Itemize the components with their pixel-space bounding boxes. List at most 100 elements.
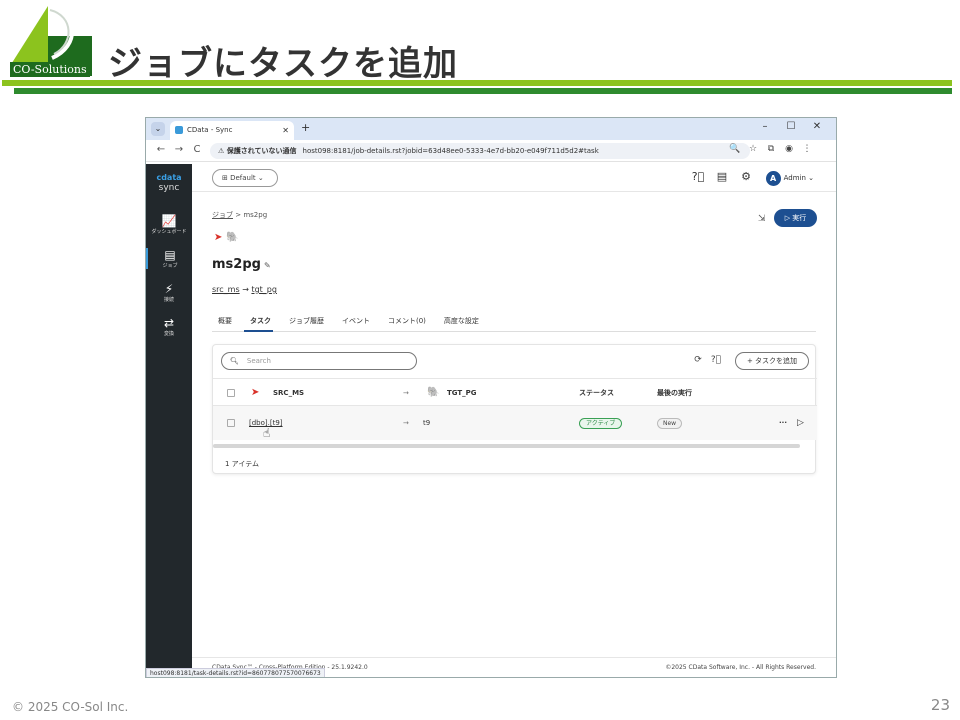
sidebar-item-connections[interactable]: ⚡ 接続 (146, 282, 192, 303)
select-all-checkbox[interactable] (227, 379, 235, 407)
header-source: SRC_MS (273, 389, 305, 397)
reload-button[interactable]: C (188, 144, 206, 155)
workspace-name: Default (230, 174, 256, 182)
postgresql-icon: 🐘 (427, 387, 440, 398)
more-actions-icon[interactable]: ··· (779, 406, 787, 440)
connector-icons: ➤ 🐘 (214, 232, 239, 243)
card-icons: ⟳ ?⃝ (689, 355, 725, 365)
gear-icon[interactable]: ⚙ (734, 170, 758, 183)
horizontal-scrollbar[interactable] (213, 444, 800, 448)
workspace-selector[interactable]: ⊞ Default ⌄ (212, 169, 278, 187)
tab-comments[interactable]: コメント(0) (382, 314, 428, 332)
title-underline-dark (14, 88, 952, 94)
arrow-right-icon: → (242, 285, 249, 294)
back-button[interactable]: ← (152, 144, 170, 155)
extensions-icon[interactable]: ⧉ (762, 144, 780, 154)
chevron-down-icon: ⌄ (255, 174, 264, 182)
sidebar-item-jobs[interactable]: ▤ ジョブ (146, 248, 192, 269)
export-icon[interactable]: ⇲ (758, 214, 766, 224)
tab-tasks[interactable]: タスク (244, 314, 273, 332)
swap-arrows-icon: ⇄ (163, 316, 175, 330)
briefcase-icon: ▤ (164, 248, 176, 262)
sidebar-item-dashboard[interactable]: 📈 ダッシュボード (146, 214, 192, 235)
target-connection-link[interactable]: tgt_pg (251, 285, 277, 294)
tab-close-icon[interactable]: ✕ (282, 121, 289, 140)
job-name: ms2pg (212, 257, 261, 272)
header-last-run: 最後の実行 (657, 389, 692, 397)
tab-title: CData - Sync (187, 126, 233, 134)
refresh-icon[interactable]: ⟳ (689, 355, 707, 365)
url-field[interactable]: ⚠ 保護されていない通信 host098:8181/job-details.rst… (210, 143, 750, 159)
hand-cursor-icon: ☝ (263, 426, 271, 440)
security-warning[interactable]: ⚠ 保護されていない通信 (218, 147, 297, 155)
help-icon[interactable]: ?⃝ (707, 355, 725, 365)
topbar-icons: ?⃝ ▤ ⚙ (686, 170, 758, 183)
run-task-icon[interactable]: ▷ (797, 406, 804, 440)
warning-icon: ⚠ (218, 147, 227, 155)
bookmark-star-icon[interactable]: ☆ (744, 144, 762, 154)
tab-job-history[interactable]: ジョブ履歴 (283, 314, 326, 332)
maximize-button[interactable]: ☐ (778, 121, 804, 132)
menu-kebab-icon[interactable]: ⋮ (798, 144, 816, 154)
status-bar-url: host098:8181/task-details.rst?id=8607780… (146, 668, 325, 677)
chevron-down-icon: ⌄ (805, 174, 814, 182)
edit-icon[interactable]: ✎ (264, 261, 271, 270)
brand-logo[interactable]: cdata sync (146, 164, 192, 193)
forward-button[interactable]: → (170, 144, 188, 155)
profile-icon[interactable]: ◉ (780, 144, 798, 154)
add-task-label: タスクを追加 (755, 357, 798, 365)
brand-bottom: sync (158, 183, 180, 193)
tab-events[interactable]: イベント (336, 314, 372, 332)
task-target: t9 (423, 419, 431, 427)
run-button[interactable]: ▷ 実行 (774, 209, 817, 227)
help-icon[interactable]: ?⃝ (686, 170, 710, 183)
zoom-icon[interactable]: 🔍 (726, 144, 744, 154)
source-connection-link[interactable]: src_ms (212, 285, 240, 294)
page-number: 23 (930, 696, 950, 714)
browser-window: ⌄ CData - Sync ✕ + – ☐ ✕ ← → C ⚠ 保護されていない通信 h… (145, 117, 837, 678)
table-row[interactable]: [dbo].[t9] → t9 アクティブ New ··· ▷ ☝ (213, 406, 817, 440)
tab-strip: ⌄ CData - Sync ✕ + – ☐ ✕ (146, 118, 836, 140)
header-target: TGT_PG (447, 389, 477, 397)
copyright-text: ©2025 CData Software, Inc. - All Rights … (665, 664, 816, 671)
add-task-button[interactable]: + タスクを追加 (735, 352, 809, 370)
new-tab-button[interactable]: + (301, 121, 310, 134)
breadcrumb-current: ms2pg (243, 211, 268, 219)
user-menu[interactable]: A Admin ⌄ (765, 170, 814, 186)
close-window-button[interactable]: ✕ (804, 121, 830, 132)
slide: CO-Solutions ジョブにタスクを追加 ⌄ CData - Sync ✕… (0, 0, 960, 720)
logo-text: CO-Solutions (10, 62, 90, 77)
search-placeholder: Search (246, 357, 271, 365)
nav-buttons: ← → C (152, 144, 206, 155)
sidebar-item-transform[interactable]: ⇄ 変換 (146, 316, 192, 337)
breadcrumb-jobs-link[interactable]: ジョブ (212, 211, 233, 219)
last-run-badge: New (657, 406, 683, 440)
url-text: host098:8181/job-details.rst?jobid=63d48… (302, 147, 599, 155)
window-controls: – ☐ ✕ (752, 121, 830, 132)
task-card: 🔍︎ Search ⟳ ?⃝ + タスクを追加 ➤ SRC_MS → 🐘 TGT… (212, 344, 817, 474)
search-input[interactable]: 🔍︎ Search (221, 352, 417, 370)
breadcrumb: ジョブ > ms2pg (212, 210, 267, 220)
tab-advanced[interactable]: 高度な設定 (438, 314, 481, 332)
tab-overview[interactable]: 概要 (212, 314, 234, 332)
security-warning-text: 保護されていない通信 (226, 147, 297, 155)
lightning-icon: ⚡ (164, 282, 174, 296)
browser-tab[interactable]: CData - Sync ✕ (170, 121, 294, 140)
minimize-button[interactable]: – (752, 121, 778, 132)
run-button-label: 実行 (792, 214, 807, 222)
status-badge: アクティブ (579, 406, 623, 440)
chart-icon: 📈 (161, 214, 177, 228)
last-run-label: New (657, 417, 683, 429)
plus-icon: + (746, 357, 756, 365)
breadcrumb-separator: > (235, 211, 242, 219)
docs-icon[interactable]: ▤ (710, 170, 734, 183)
job-title: ms2pg ✎ (212, 257, 271, 272)
item-count: 1 アイテム (225, 460, 259, 468)
toolbar-icons: 🔍 ☆ ⧉ ◉ ⋮ (726, 144, 816, 154)
row-checkbox[interactable] (227, 406, 235, 440)
user-name: Admin (783, 174, 806, 182)
header-status: ステータス (579, 389, 614, 397)
tab-search-icon[interactable]: ⌄ (151, 122, 165, 136)
arrow-right-icon: → (403, 419, 409, 427)
cdata-favicon-icon (175, 126, 183, 134)
